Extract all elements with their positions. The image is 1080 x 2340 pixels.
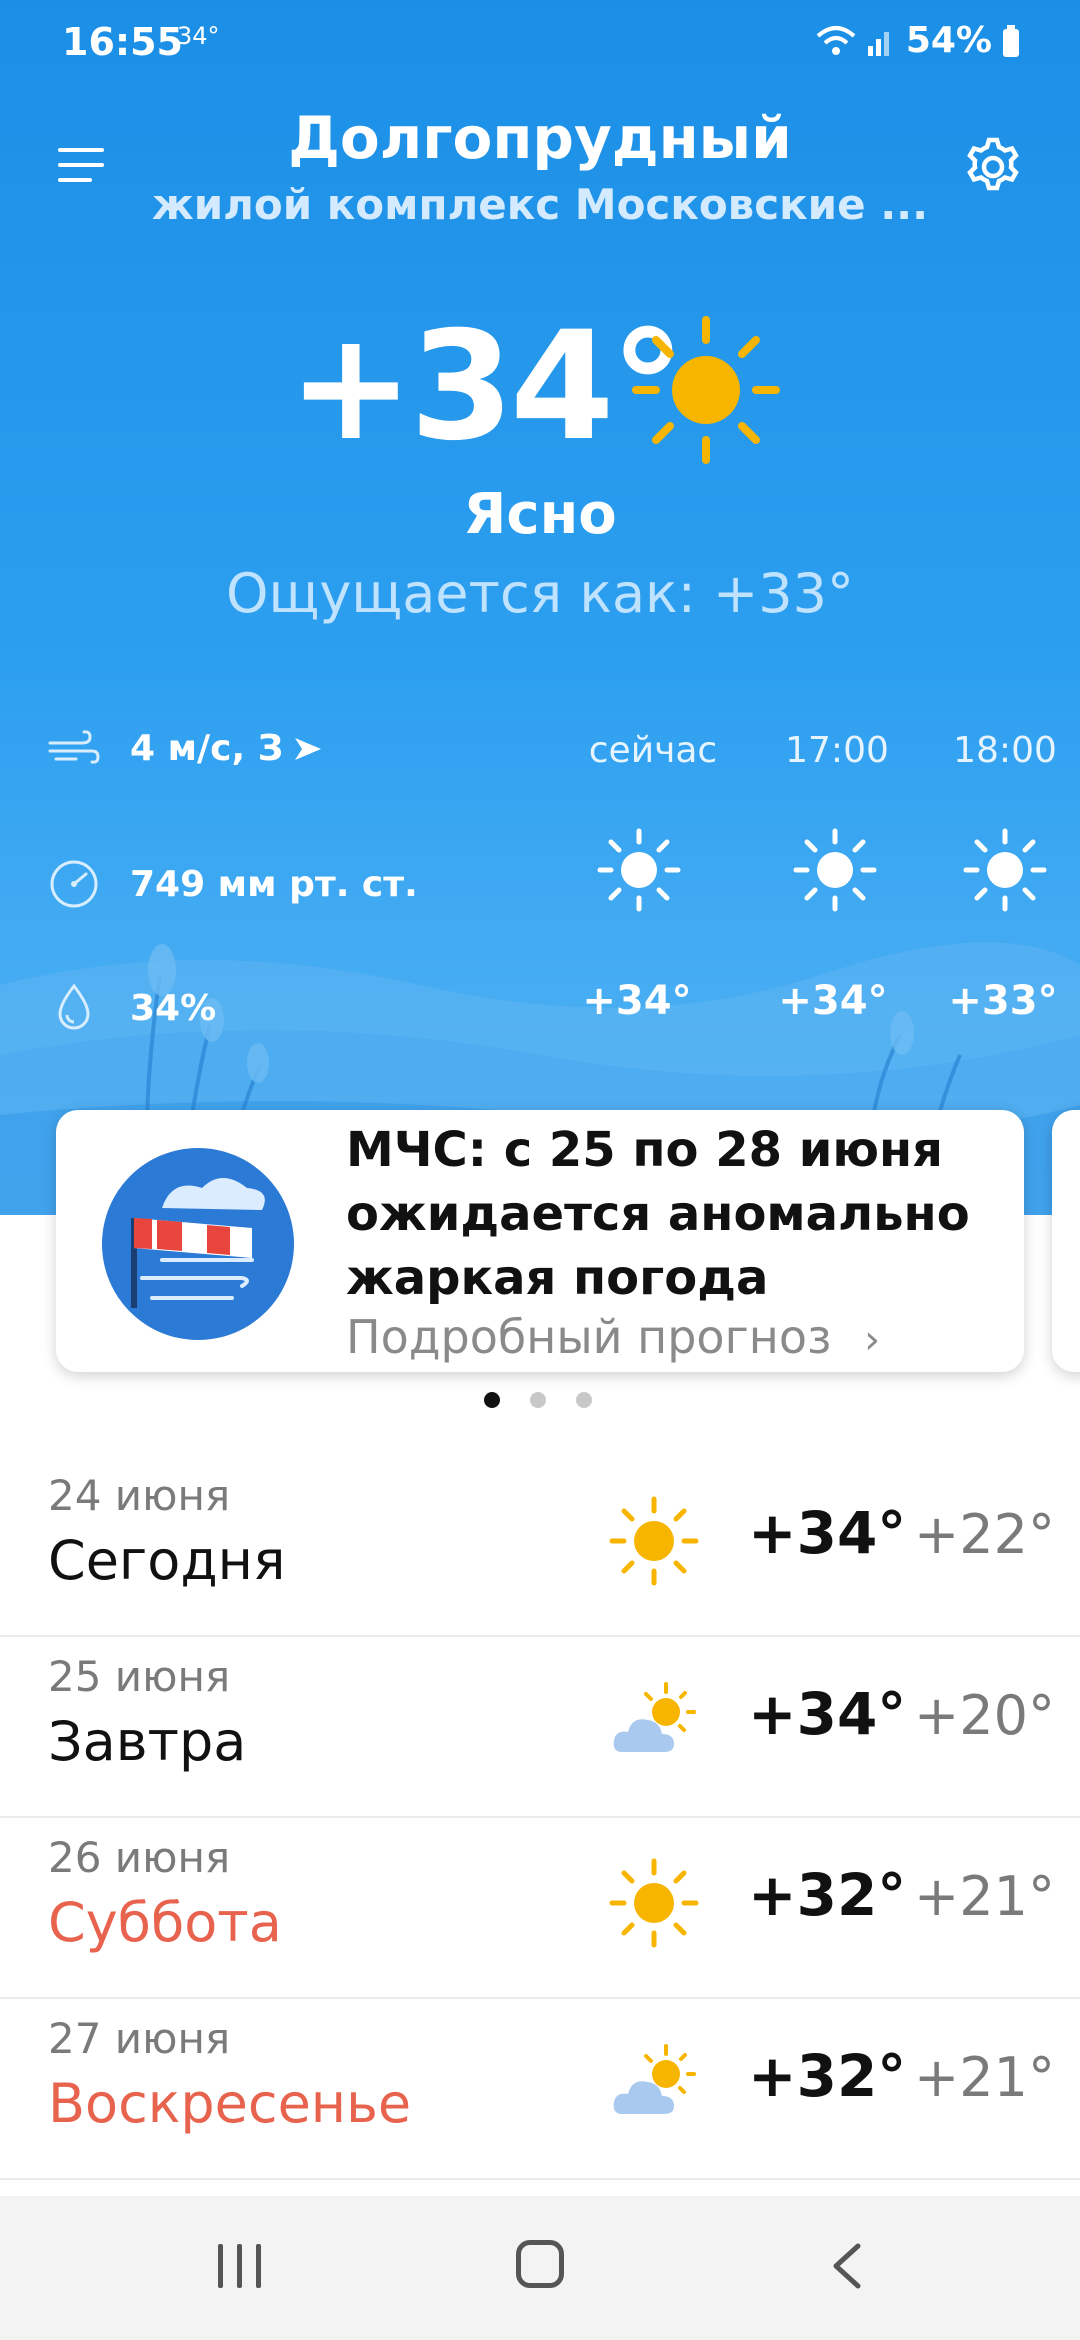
location-subtitle[interactable]: жилой комплекс Московские ... — [0, 180, 1080, 229]
hourly-temp: +34° — [758, 978, 908, 1024]
hourly-item[interactable]: сейчас — [578, 730, 728, 771]
hour-label: 18:00 — [953, 730, 1057, 771]
hourly-item[interactable]: 17:00 — [762, 730, 912, 771]
humidity-drop-icon — [58, 983, 90, 1030]
weather-hero: 16:55 34° 54% Долгопрудный жилой комплек… — [0, 0, 1080, 1215]
current-temperature: +34° — [288, 300, 685, 474]
recent-apps-icon[interactable] — [218, 2244, 264, 2288]
wind-value: 4 м/с, З — [130, 728, 284, 769]
daily-forecast-row[interactable]: 25 июня Завтра +34° +20° — [0, 1636, 1080, 1818]
sun-icon — [793, 828, 877, 912]
temp-max: +32° — [748, 1861, 907, 1929]
temp-max: +34° — [748, 1499, 907, 1567]
temp-min: +21° — [914, 1865, 1055, 1928]
pager-dot[interactable] — [530, 1392, 546, 1408]
carousel-pager — [484, 1392, 592, 1408]
day-date: 25 июня — [48, 1652, 231, 1701]
day-name: Сегодня — [48, 1529, 286, 1592]
hour-temp: +34° — [582, 978, 692, 1024]
hour-label: сейчас — [588, 730, 718, 771]
status-time: 16:55 — [62, 20, 183, 64]
hourly-temp: +34° — [562, 978, 712, 1024]
signal-icon — [867, 31, 889, 56]
sun-icon — [632, 316, 780, 464]
hour-temp: +34° — [778, 978, 888, 1024]
alert-link-label: Подробный прогноз — [346, 1310, 832, 1364]
sun-icon — [609, 1496, 699, 1586]
pressure-value: 749 мм рт. ст. — [130, 863, 418, 905]
status-temp: 34° — [177, 22, 220, 50]
hourly-item[interactable]: 18:00 — [930, 730, 1080, 771]
wind-direction-icon — [295, 737, 322, 760]
hourly-temp: +33° — [928, 978, 1078, 1024]
battery-icon — [1003, 24, 1019, 57]
windsock-icon — [102, 1148, 294, 1340]
pager-dot-active[interactable] — [484, 1392, 500, 1408]
pressure-metric: 749 мм рт. ст. — [48, 858, 418, 910]
day-date: 27 июня — [48, 2014, 231, 2063]
system-navigation-bar — [0, 2196, 1080, 2340]
wifi-icon — [816, 25, 856, 55]
battery-percent: 54% — [905, 20, 992, 61]
temp-min: +20° — [914, 1684, 1055, 1747]
daily-forecast-row[interactable]: 27 июня Воскресенье +32° +21° — [0, 1998, 1080, 2180]
back-icon[interactable] — [828, 2242, 864, 2290]
home-icon[interactable] — [516, 2240, 564, 2288]
temp-min: +21° — [914, 2046, 1055, 2109]
sun-icon — [609, 1858, 699, 1948]
day-date: 26 июня — [48, 1833, 231, 1882]
temp-min: +22° — [914, 1503, 1055, 1566]
day-name: Завтра — [48, 1710, 247, 1773]
humidity-value: 34% — [130, 987, 217, 1029]
sun-icon — [963, 828, 1047, 912]
status-bar: 16:55 34° 54% — [62, 18, 1020, 68]
daily-forecast-row[interactable]: 26 июня Суббота +32° +21° — [0, 1817, 1080, 1999]
alert-title: МЧС: с 25 по 28 июня ожидается аномально… — [346, 1122, 970, 1306]
alert-link[interactable]: Подробный прогноз › — [346, 1310, 880, 1364]
next-card-peek[interactable] — [1052, 1110, 1080, 1372]
hour-label: 17:00 — [785, 730, 889, 771]
partly-cloudy-icon — [613, 1682, 696, 1752]
temp-max: +34° — [748, 1680, 907, 1748]
alert-card[interactable]: МЧС: с 25 по 28 июня ожидается аномально… — [56, 1110, 1024, 1372]
wind-icon — [48, 729, 100, 764]
city-title[interactable]: Долгопрудный — [0, 104, 1080, 172]
partly-cloudy-icon — [613, 2044, 696, 2114]
chevron-right-icon: › — [864, 1317, 881, 1363]
day-name: Суббота — [48, 1891, 282, 1954]
feels-like: Ощущается как: +33° — [226, 562, 854, 625]
weather-condition: Ясно — [463, 482, 617, 547]
sun-icon — [597, 828, 681, 912]
day-date: 24 июня — [48, 1471, 231, 1520]
pressure-gauge-icon — [50, 860, 98, 908]
wind-metric: 4 м/с, З — [48, 728, 353, 769]
humidity-metric: 34% — [48, 982, 216, 1034]
temp-max: +32° — [748, 2042, 907, 2110]
pager-dot[interactable] — [576, 1392, 592, 1408]
day-name: Воскресенье — [48, 2072, 412, 2135]
daily-forecast-row[interactable]: 24 июня Сегодня +34° +22° — [0, 1455, 1080, 1637]
hour-temp: +33° — [948, 978, 1058, 1024]
